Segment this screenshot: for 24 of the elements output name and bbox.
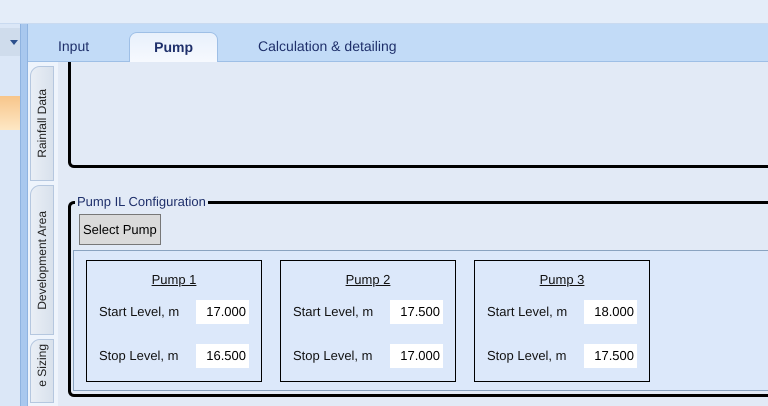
side-tab[interactable]: Rainfall Data xyxy=(30,66,54,181)
side-tab[interactable]: e Sizing xyxy=(30,339,54,403)
field-label: Start Level, m xyxy=(99,302,180,321)
tab[interactable]: Calculation & detailing xyxy=(240,31,415,61)
field-label: Start Level, m xyxy=(293,302,374,321)
field-label: Start Level, m xyxy=(487,302,568,321)
field-label: Stop Level, m xyxy=(293,346,372,365)
input-field[interactable]: 16.500 xyxy=(196,344,249,368)
tab[interactable]: Input xyxy=(40,31,108,61)
dropdown-arrow-icon[interactable] xyxy=(10,40,18,44)
tab[interactable]: Pump xyxy=(129,32,218,62)
pump-title: Pump 3 xyxy=(540,271,584,289)
field-label: Stop Level, m xyxy=(99,346,178,365)
input-field[interactable]: 17.500 xyxy=(584,344,637,368)
input-field[interactable]: 17.000 xyxy=(390,344,443,368)
input-field[interactable]: 17.000 xyxy=(196,300,249,324)
pump-title: Pump 1 xyxy=(152,271,196,289)
side-tab[interactable]: Development Area xyxy=(30,185,54,335)
selected-item-highlight[interactable] xyxy=(0,96,20,130)
input-field[interactable]: 18.000 xyxy=(584,300,637,324)
field-label: Stop Level, m xyxy=(487,346,566,365)
select-pump-button[interactable]: Select Pump xyxy=(79,214,161,245)
pump-title: Pump 2 xyxy=(346,271,390,289)
input-field[interactable]: 17.500 xyxy=(390,300,443,324)
